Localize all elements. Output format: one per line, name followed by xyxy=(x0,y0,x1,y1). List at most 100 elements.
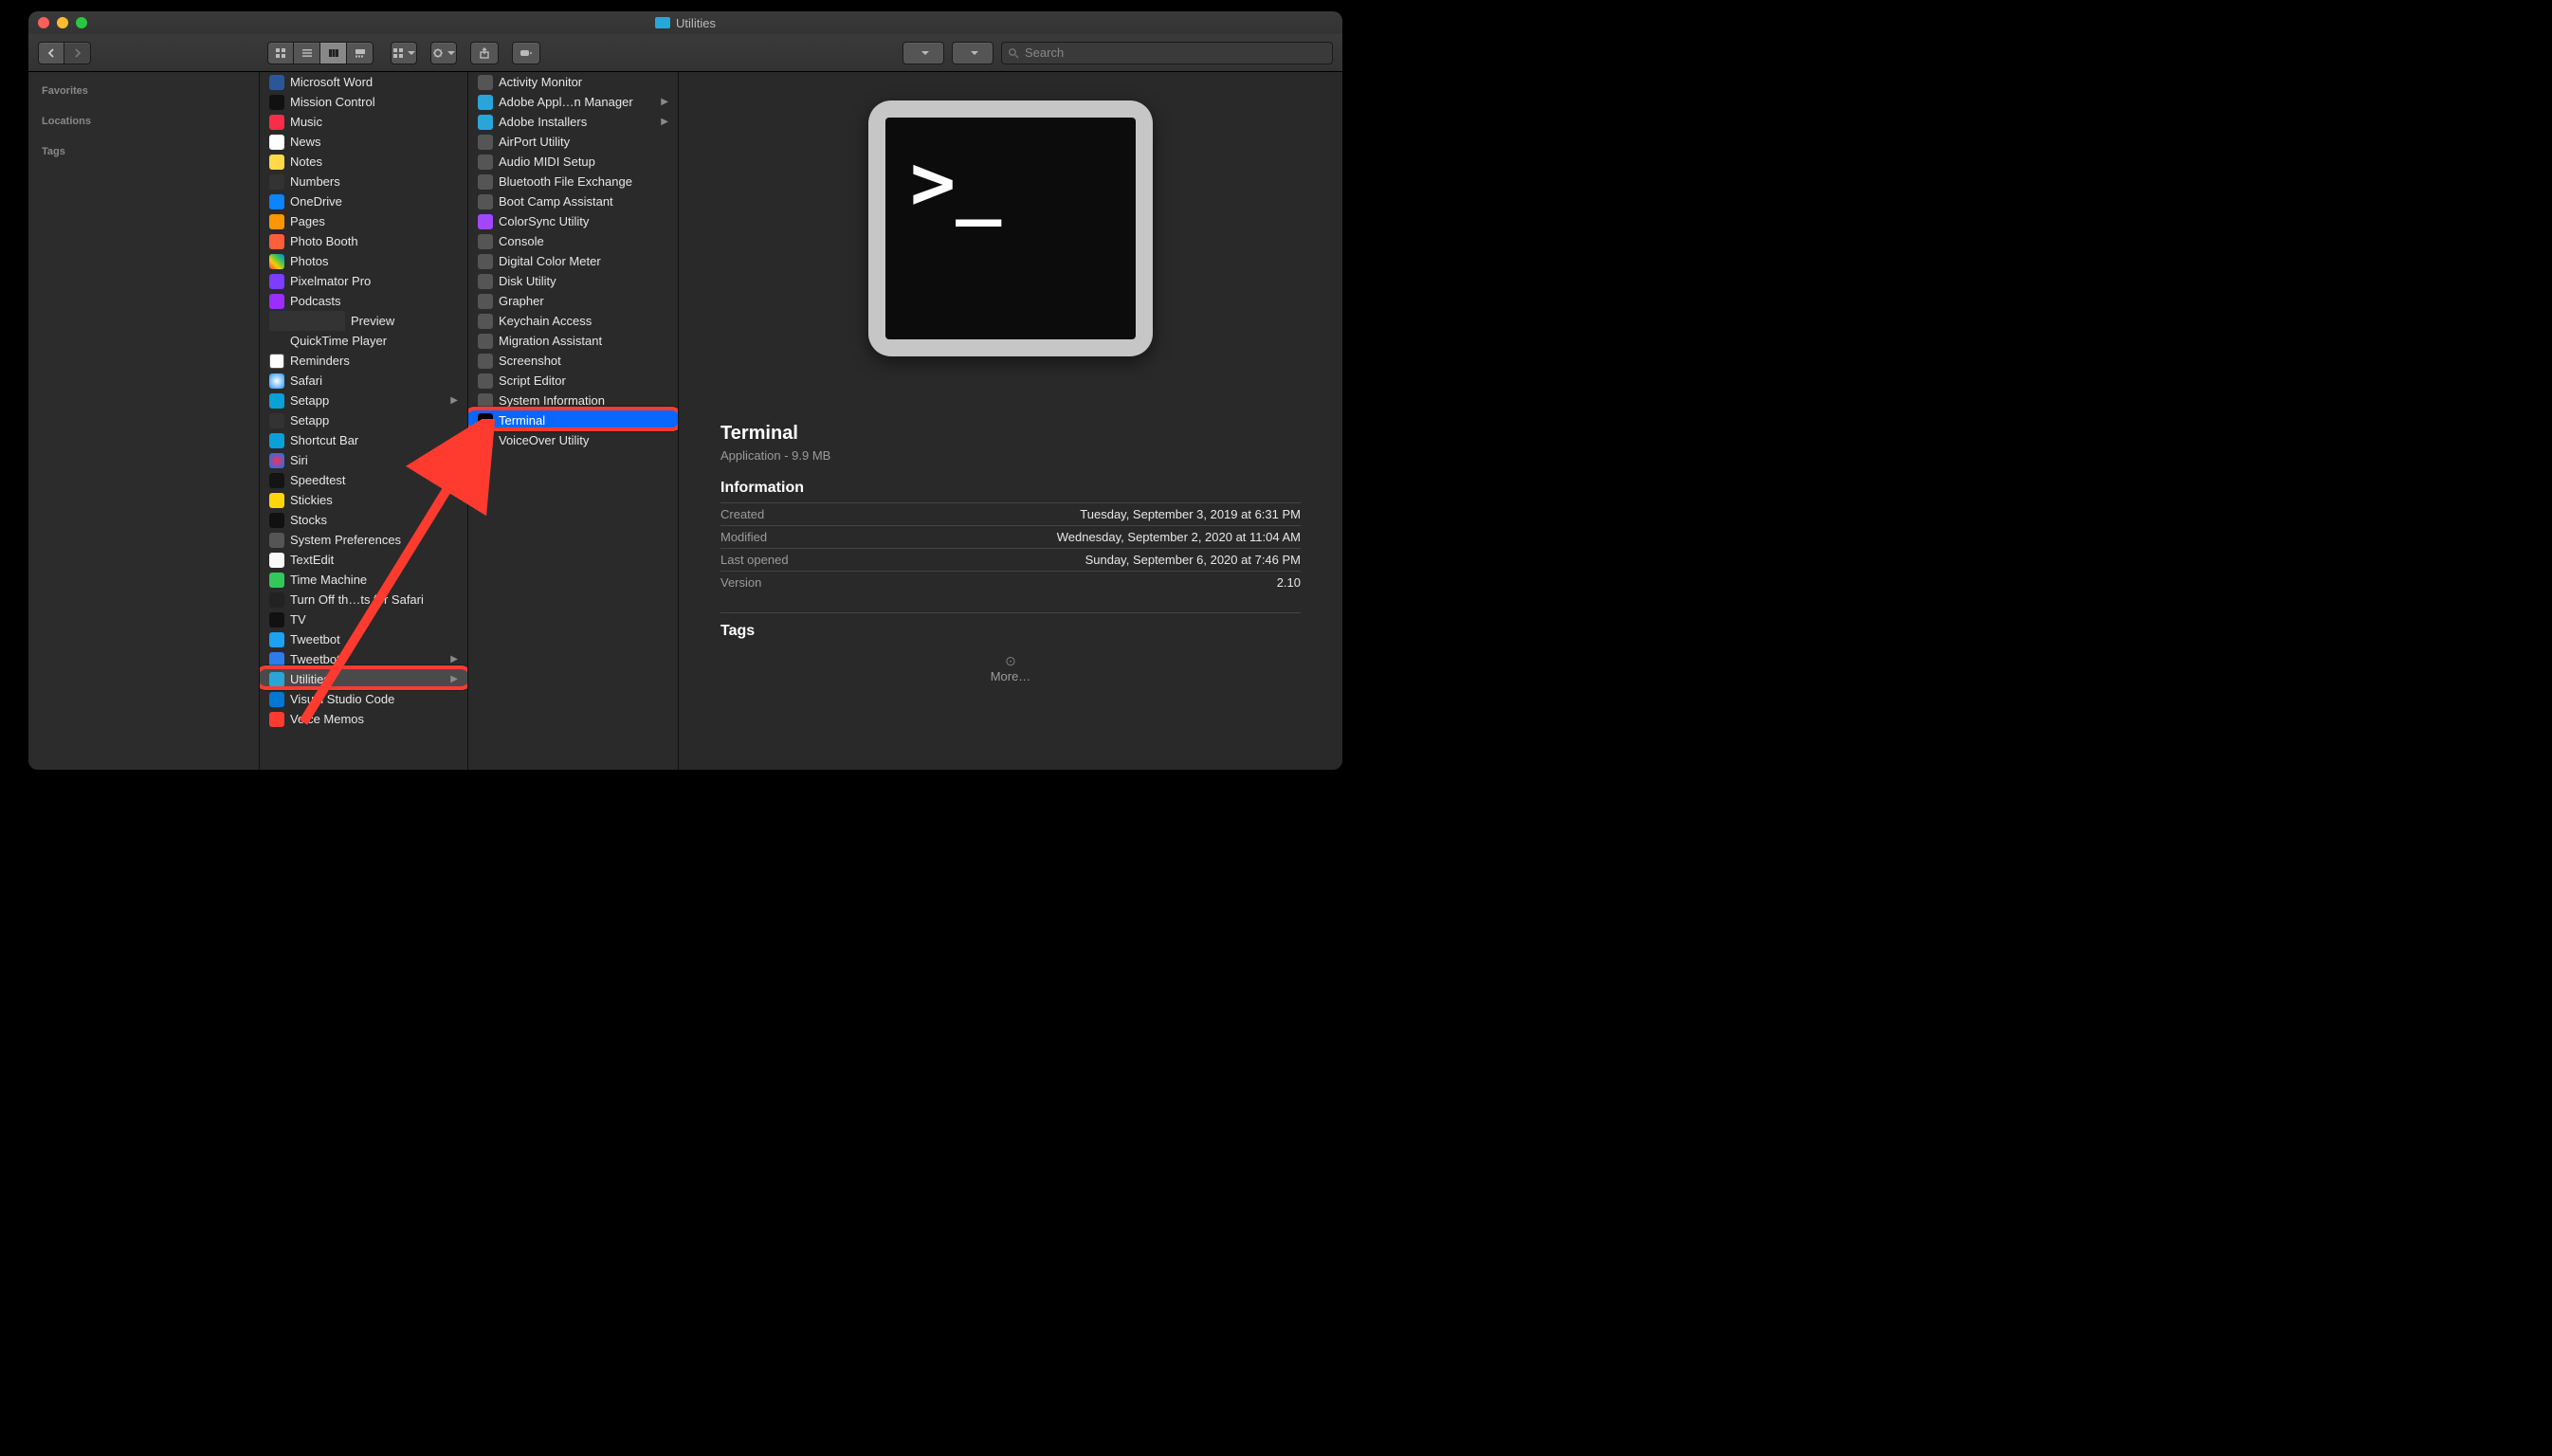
search-field[interactable]: Search xyxy=(1001,42,1333,64)
list-item[interactable]: Tweetbot xyxy=(260,629,467,649)
list-item-label: TV xyxy=(290,612,306,627)
action-menu-button[interactable] xyxy=(430,42,457,64)
arrange-button[interactable] xyxy=(391,42,417,64)
list-item-label: Stocks xyxy=(290,513,327,527)
list-item[interactable]: Console xyxy=(468,231,678,251)
list-item[interactable]: Safari xyxy=(260,371,467,391)
window-title-text: Utilities xyxy=(676,16,716,30)
list-item[interactable]: Reminders xyxy=(260,351,467,371)
sidebar-header-favorites[interactable]: Favorites xyxy=(28,82,259,102)
list-item[interactable]: Tweetbot▶ xyxy=(260,649,467,669)
list-item[interactable]: Stocks xyxy=(260,510,467,530)
list-item-label: Disk Utility xyxy=(499,274,556,288)
preview-icon xyxy=(269,311,345,331)
list-item[interactable]: Utilities ▶ xyxy=(260,669,467,689)
list-item[interactable]: Screenshot xyxy=(468,351,678,371)
list-item-label: Podcasts xyxy=(290,294,340,308)
list-item[interactable]: Setapp xyxy=(260,410,467,430)
sidebar-header-locations[interactable]: Locations xyxy=(28,112,259,133)
numbers-icon xyxy=(269,174,284,190)
info-row: ModifiedWednesday, September 2, 2020 at … xyxy=(720,525,1301,548)
onedrive-icon xyxy=(269,194,284,209)
list-item[interactable]: Photo Booth xyxy=(260,231,467,251)
chevron-right-icon: ▶ xyxy=(450,395,458,406)
gallery-view-button[interactable] xyxy=(347,42,374,64)
list-item[interactable]: Boot Camp Assistant xyxy=(468,191,678,211)
list-item[interactable]: Microsoft Word xyxy=(260,72,467,92)
info-value: Tuesday, September 3, 2019 at 6:31 PM xyxy=(1080,507,1301,521)
list-item[interactable]: VoiceOver Utility xyxy=(468,430,678,450)
list-item[interactable]: Mission Control xyxy=(260,92,467,112)
list-item[interactable]: AirPort Utility xyxy=(468,132,678,152)
list-item[interactable]: Keychain Access xyxy=(468,311,678,331)
list-item[interactable]: Shortcut Bar xyxy=(260,430,467,450)
list-item-label: Turn Off th…ts for Safari xyxy=(290,592,424,607)
more-button[interactable]: ⊙ More… xyxy=(720,653,1301,683)
column-applications[interactable]: Microsoft WordMission ControlMusicNewsNo… xyxy=(260,72,468,770)
list-item[interactable]: Visual Studio Code xyxy=(260,689,467,709)
column-view-button[interactable] xyxy=(320,42,347,64)
list-item[interactable]: Pages xyxy=(260,211,467,231)
toolbar-dropdown-1[interactable] xyxy=(902,42,944,64)
pages-icon xyxy=(269,214,284,229)
list-item[interactable]: Migration Assistant xyxy=(468,331,678,351)
list-item-label: Visual Studio Code xyxy=(290,692,394,706)
list-item-label: Utilities xyxy=(290,672,330,686)
list-item[interactable]: Digital Color Meter xyxy=(468,251,678,271)
list-item[interactable]: Music xyxy=(260,112,467,132)
list-item-label: System Preferences xyxy=(290,533,401,547)
term-icon xyxy=(478,413,493,428)
list-item[interactable]: Bluetooth File Exchange xyxy=(468,172,678,191)
list-item[interactable]: OneDrive xyxy=(260,191,467,211)
icon-view-button[interactable] xyxy=(267,42,294,64)
gray-icon xyxy=(478,393,493,409)
share-button[interactable] xyxy=(470,42,499,64)
column-utilities[interactable]: Activity MonitorAdobe Appl…n Manager▶Ado… xyxy=(468,72,679,770)
list-item[interactable]: Siri xyxy=(260,450,467,470)
list-item[interactable]: Voice Memos xyxy=(260,709,467,729)
list-item[interactable]: Terminal xyxy=(468,410,678,430)
list-item[interactable]: Numbers xyxy=(260,172,467,191)
nav-buttons xyxy=(38,42,91,64)
col-icon xyxy=(478,214,493,229)
list-item[interactable]: Time Machine xyxy=(260,570,467,590)
list-view-button[interactable] xyxy=(294,42,320,64)
tags-button[interactable] xyxy=(512,42,540,64)
list-item[interactable]: Disk Utility xyxy=(468,271,678,291)
forward-button[interactable] xyxy=(64,42,91,64)
list-item[interactable]: Preview xyxy=(260,311,467,331)
list-item[interactable]: Stickies xyxy=(260,490,467,510)
list-item[interactable]: Pixelmator Pro xyxy=(260,271,467,291)
list-item[interactable]: Setapp▶ xyxy=(260,391,467,410)
list-item[interactable]: Photos xyxy=(260,251,467,271)
list-item[interactable]: TV xyxy=(260,610,467,629)
list-item[interactable]: Adobe Appl…n Manager▶ xyxy=(468,92,678,112)
toolbar-dropdown-2[interactable] xyxy=(952,42,993,64)
list-item[interactable]: Grapher xyxy=(468,291,678,311)
list-item[interactable]: TextEdit xyxy=(260,550,467,570)
list-item[interactable]: Script Editor xyxy=(468,371,678,391)
qt-icon xyxy=(269,334,284,349)
list-item[interactable]: System Preferences xyxy=(260,530,467,550)
list-item[interactable]: Activity Monitor xyxy=(468,72,678,92)
chevron-right-icon: ▶ xyxy=(450,674,458,684)
list-item[interactable]: Podcasts xyxy=(260,291,467,311)
back-button[interactable] xyxy=(38,42,64,64)
list-item[interactable]: Adobe Installers▶ xyxy=(468,112,678,132)
list-item[interactable]: System Information xyxy=(468,391,678,410)
finder-window: Utilities xyxy=(28,11,1342,770)
list-item[interactable]: Notes xyxy=(260,152,467,172)
list-item[interactable]: Speedtest xyxy=(260,470,467,490)
info-key: Modified xyxy=(720,530,767,544)
ellipsis-icon: ⊙ xyxy=(720,653,1301,669)
list-item-label: Stickies xyxy=(290,493,333,507)
list-item-label: QuickTime Player xyxy=(290,334,387,348)
list-item[interactable]: QuickTime Player xyxy=(260,331,467,351)
stocks-icon xyxy=(269,513,284,528)
list-item-label: Photos xyxy=(290,254,328,268)
list-item[interactable]: News xyxy=(260,132,467,152)
sidebar-header-tags[interactable]: Tags xyxy=(28,142,259,163)
list-item[interactable]: ColorSync Utility xyxy=(468,211,678,231)
list-item[interactable]: Turn Off th…ts for Safari xyxy=(260,590,467,610)
list-item[interactable]: Audio MIDI Setup xyxy=(468,152,678,172)
